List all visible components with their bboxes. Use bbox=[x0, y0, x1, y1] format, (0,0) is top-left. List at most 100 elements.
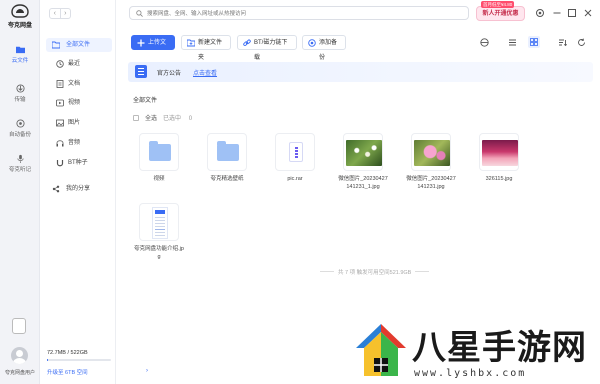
sidebar-item-images[interactable]: 图片 bbox=[54, 116, 112, 130]
file-name: 微信图片_20230427 141231.jpg bbox=[406, 176, 456, 190]
share-icon bbox=[52, 185, 60, 193]
sidebar-item-docs[interactable]: 文档 bbox=[54, 77, 112, 91]
announcement-icon bbox=[135, 65, 147, 78]
file-item[interactable]: 视频 bbox=[126, 133, 192, 183]
selected-label: 已选中 bbox=[163, 116, 182, 122]
transfer-speed-icon[interactable] bbox=[480, 38, 489, 47]
selection-row: 全选 已选中 0 bbox=[133, 113, 192, 122]
chevron-right-icon[interactable]: › bbox=[146, 368, 148, 374]
forward-button[interactable]: › bbox=[61, 9, 71, 18]
sidebar-item-label: 音频 bbox=[68, 140, 81, 146]
grid-view-button[interactable] bbox=[528, 36, 540, 48]
storage-bar bbox=[47, 359, 111, 361]
sidebar-item-label: 我的分享 bbox=[66, 186, 91, 192]
vip-offer-button[interactable]: 新人开通优惠 bbox=[476, 6, 525, 21]
file-thumbnail bbox=[275, 133, 315, 171]
announcement-label: 官方公告 bbox=[157, 71, 182, 77]
upgrade-link[interactable]: 升级至 6TB 空间 bbox=[47, 368, 88, 376]
new-folder-label: 新建文件夹 bbox=[198, 40, 223, 61]
phone-icon[interactable] bbox=[12, 318, 26, 334]
rail-label: 自动备份 bbox=[8, 132, 31, 138]
search-icon bbox=[136, 10, 143, 17]
rail-label: 夸克听记 bbox=[8, 167, 31, 173]
maximize-icon[interactable] bbox=[567, 8, 577, 18]
file-item[interactable]: 微信图片_20230427 141231.jpg bbox=[398, 133, 464, 191]
add-backup-label: 添加备份 bbox=[319, 40, 338, 61]
search-input[interactable] bbox=[147, 8, 457, 19]
close-icon[interactable] bbox=[583, 8, 593, 18]
brand-name: 夸克网盘 bbox=[7, 23, 32, 29]
sidebar-item-audio[interactable]: 音频 bbox=[54, 136, 112, 150]
sidebar-item-bt[interactable]: BT种子 bbox=[54, 156, 112, 170]
file-name: 夸克网盘功能介绍.jp g bbox=[134, 246, 184, 260]
grid-view-icon bbox=[530, 38, 538, 46]
watermark: 八星手游网 www.lyshbx.com bbox=[354, 318, 594, 384]
sidebar-item-label: 图片 bbox=[68, 120, 81, 126]
video-icon bbox=[56, 99, 64, 107]
link-icon bbox=[243, 39, 251, 47]
back-button[interactable]: ‹ bbox=[50, 9, 61, 18]
summary-footer: 共 7 项 触发可用空间521.9GB bbox=[316, 268, 433, 276]
breadcrumb[interactable]: 全部文件 bbox=[133, 95, 157, 104]
plus-icon bbox=[137, 39, 145, 47]
file-thumbnail bbox=[139, 203, 179, 241]
sidebar-item-label: 全部文件 bbox=[66, 42, 91, 48]
photo-thumbnail bbox=[482, 140, 518, 166]
summary-text: 共 7 项 触发可用空间521.9GB bbox=[338, 270, 412, 276]
headphones-icon bbox=[56, 140, 64, 147]
refresh-icon[interactable] bbox=[577, 38, 586, 47]
brand: 夸克网盘 bbox=[0, 4, 40, 29]
announcement-banner: 官方公告 点击查看 bbox=[128, 62, 593, 82]
upload-label: 上传文件 bbox=[148, 40, 167, 61]
avatar[interactable] bbox=[11, 347, 28, 364]
new-folder-icon bbox=[187, 39, 195, 47]
folder-icon bbox=[52, 41, 60, 49]
photo-thumbnail bbox=[414, 140, 450, 166]
settings-icon[interactable] bbox=[535, 8, 545, 18]
rail-item-backup[interactable]: 自动备份 bbox=[0, 119, 40, 138]
file-item[interactable]: 夸克网盘功能介绍.jp g bbox=[126, 203, 192, 261]
bt-download-label: BT/磁力链下载 bbox=[254, 40, 288, 61]
sidebar-item-recent[interactable]: 最近 bbox=[54, 57, 112, 71]
file-name: 微信图片_20230427 141231_1.jpg bbox=[338, 176, 388, 190]
new-folder-button[interactable]: 新建文件夹 bbox=[181, 35, 231, 61]
sort-icon[interactable] bbox=[558, 38, 567, 47]
backup-icon bbox=[15, 119, 25, 128]
vip-price-badge: 首月低至¥4.80 bbox=[481, 1, 515, 8]
archive-icon bbox=[289, 142, 303, 162]
image-icon bbox=[56, 119, 64, 127]
history-nav: ‹ › bbox=[49, 8, 71, 19]
file-item[interactable]: 微信图片_20230427 141231_1.jpg bbox=[330, 133, 396, 191]
add-backup-button[interactable]: 添加备份 bbox=[302, 35, 346, 61]
file-name: 视频 bbox=[153, 176, 165, 182]
sidebar-item-label: 视频 bbox=[68, 100, 81, 106]
rail-item-notes[interactable]: 夸克听记 bbox=[0, 154, 40, 173]
rail-label: 传输 bbox=[14, 97, 26, 103]
sidebar-item-all-files[interactable]: 全部文件 bbox=[46, 38, 112, 52]
sidebar-item-my-share[interactable]: 我的分享 bbox=[46, 182, 112, 196]
storage-usage: 72.7MB / 522GB bbox=[47, 350, 88, 356]
selected-count: 0 bbox=[188, 116, 193, 122]
list-view-icon[interactable] bbox=[508, 38, 517, 47]
watermark-logo-icon bbox=[356, 324, 406, 376]
rail-item-transfer[interactable]: 传输 bbox=[0, 84, 40, 103]
minimize-icon[interactable] bbox=[552, 8, 562, 18]
bt-download-button[interactable]: BT/磁力链下载 bbox=[237, 35, 297, 61]
select-all-label[interactable]: 全选 bbox=[145, 116, 157, 122]
file-name: 夸克精选壁纸 bbox=[210, 176, 244, 182]
file-name: 326115.jpg bbox=[485, 176, 513, 182]
sidebar-item-label: 文档 bbox=[68, 81, 81, 87]
file-item[interactable]: 夸克精选壁纸 bbox=[194, 133, 260, 183]
select-all-checkbox[interactable] bbox=[133, 115, 139, 121]
sidebar-item-videos[interactable]: 视频 bbox=[54, 96, 112, 110]
search-box[interactable] bbox=[129, 6, 469, 20]
file-thumbnail bbox=[207, 133, 247, 171]
upload-button[interactable]: 上传文件 bbox=[131, 35, 175, 61]
file-item[interactable]: 326115.jpg bbox=[466, 133, 532, 183]
folder-icon bbox=[15, 46, 25, 54]
file-item[interactable]: pic.rar bbox=[262, 133, 328, 183]
announcement-link[interactable]: 点击查看 bbox=[193, 68, 217, 77]
backup-icon bbox=[308, 39, 316, 47]
rail-item-cloud-files[interactable]: 云文件 bbox=[0, 45, 40, 64]
sidebar-item-label: 最近 bbox=[68, 61, 81, 67]
